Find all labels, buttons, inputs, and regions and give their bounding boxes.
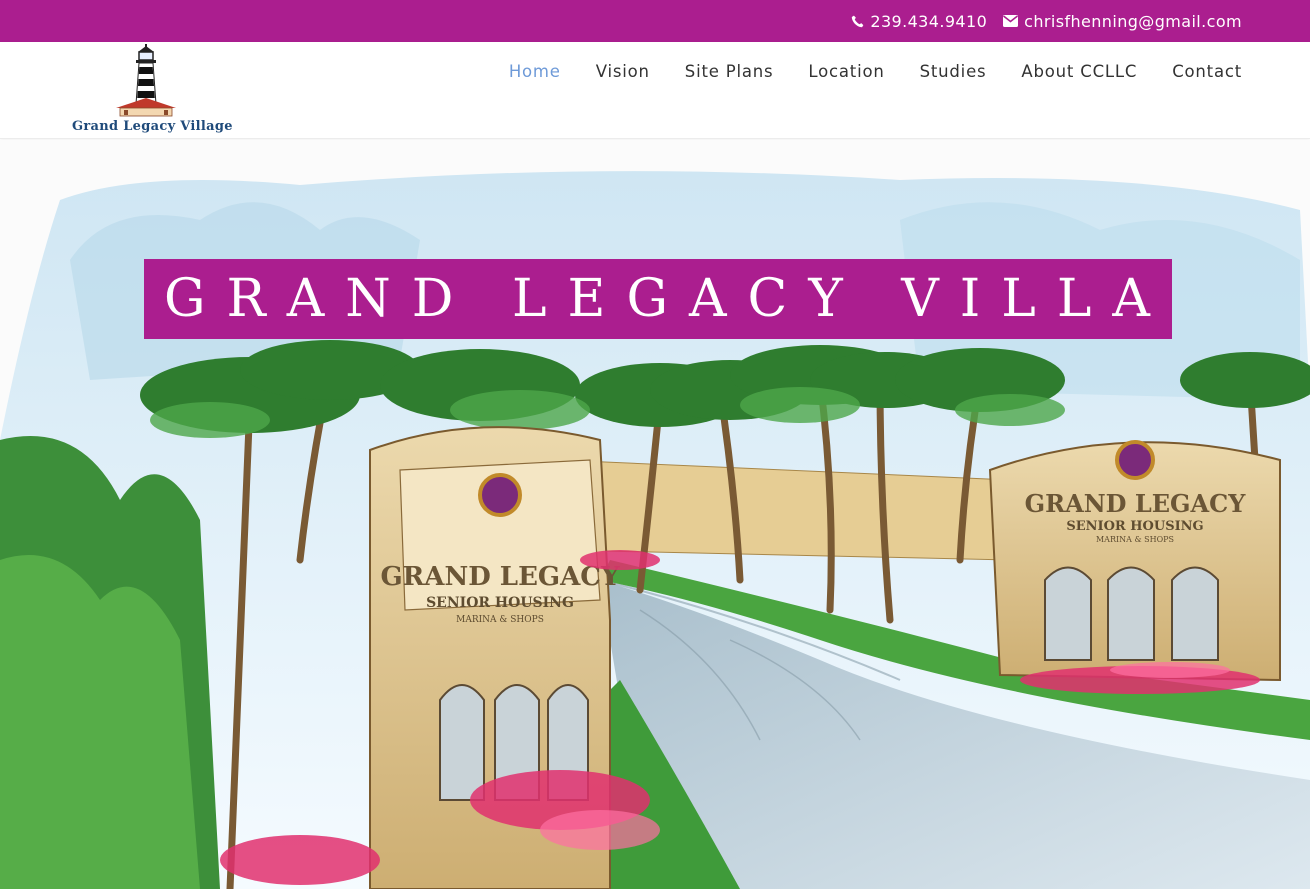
nav-contact[interactable]: Contact <box>1172 62 1242 82</box>
email-link[interactable]: chrisfhenning@gmail.com <box>1003 12 1242 31</box>
sign-left-tagline: MARINA & SHOPS <box>456 615 544 625</box>
sign-right-subtitle: SENIOR HOUSING <box>1066 519 1203 534</box>
nav-vision[interactable]: Vision <box>596 62 650 82</box>
site-logo[interactable]: Grand Legacy Village <box>72 42 233 139</box>
contact-bar: 239.434.9410 chrisfhenning@gmail.com <box>0 0 1310 42</box>
nav-home[interactable]: Home <box>509 62 561 82</box>
sign-left-title: GRAND LEGACY <box>380 562 620 592</box>
lighthouse-icon <box>116 44 176 117</box>
envelope-icon <box>1003 15 1019 27</box>
hero-illustration: GRAND LEGACY SENIOR HOUSING MARINA & SHO… <box>0 171 1310 889</box>
site-header: Grand Legacy Village Home Vision Site Pl… <box>0 42 1310 139</box>
email-address: chrisfhenning@gmail.com <box>1024 11 1242 31</box>
nav-site-plans[interactable]: Site Plans <box>685 62 774 82</box>
phone-icon <box>851 15 864 28</box>
sign-right-title: GRAND LEGACY <box>1025 489 1247 518</box>
phone-link[interactable]: 239.434.9410 <box>851 12 987 31</box>
main-nav: Home Vision Site Plans Location Studies … <box>474 62 1242 82</box>
logo-text: Grand Legacy Village <box>72 119 233 134</box>
sign-right-tagline: MARINA & SHOPS <box>1096 535 1174 544</box>
sign-left-subtitle: SENIOR HOUSING <box>426 595 574 611</box>
hero-section: GRAND LEGACY SENIOR HOUSING MARINA & SHO… <box>0 140 1310 889</box>
nav-studies[interactable]: Studies <box>920 62 987 82</box>
phone-number: 239.434.9410 <box>870 11 988 31</box>
nav-about-ccllc[interactable]: About CCLLC <box>1021 62 1137 82</box>
hero-title: GRAND LEGACY VILLAGE <box>144 259 1172 339</box>
nav-location[interactable]: Location <box>808 62 884 82</box>
